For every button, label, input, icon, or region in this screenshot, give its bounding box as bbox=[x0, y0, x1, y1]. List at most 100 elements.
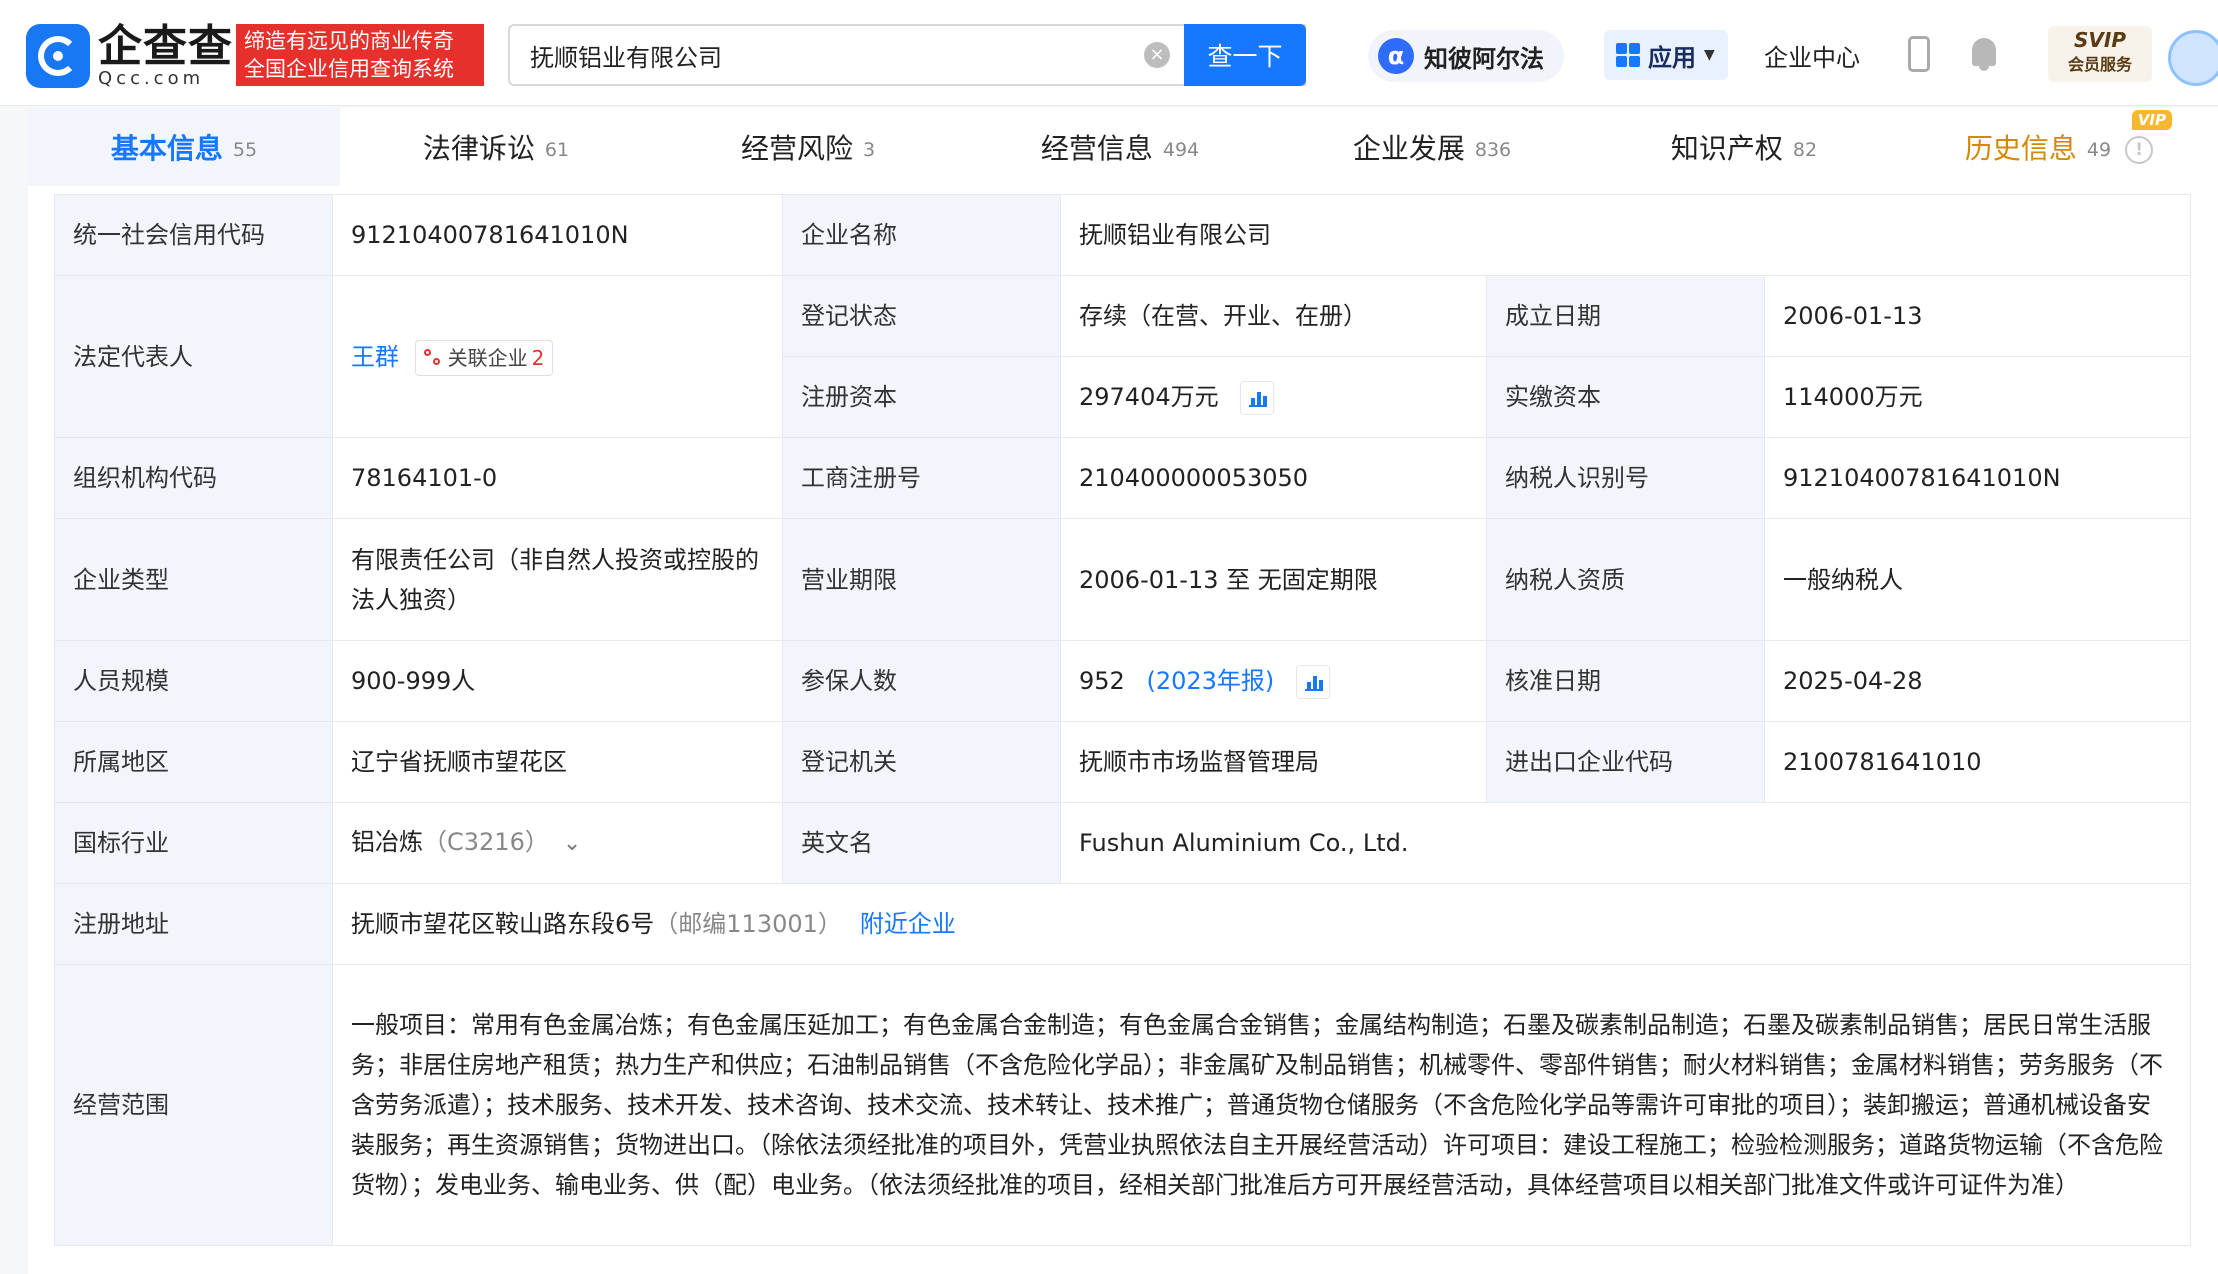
qcc-logo[interactable]: 企查查 Qcc.com bbox=[26, 24, 233, 88]
related-count: 2 bbox=[531, 345, 545, 370]
tab-basic-info[interactable]: 基本信息 55 bbox=[28, 108, 340, 186]
table-row: 所属地区 辽宁省抚顺市望花区 登记机关 抚顺市市场监督管理局 进出口企业代码 2… bbox=[54, 721, 2191, 803]
ie-code-value: 2100781641010 bbox=[1764, 721, 2191, 803]
company-type-value: 有限责任公司（非自然人投资或控股的法人独资） bbox=[332, 518, 783, 641]
search-input[interactable] bbox=[530, 26, 1210, 84]
table-row: 国标行业 铝冶炼（C3216） ⌄ 英文名 Fushun Aluminium Co… bbox=[54, 802, 2191, 884]
industry-code: （C3216） bbox=[423, 828, 549, 856]
legal-rep-cell: 王群 关联企业 2 bbox=[332, 275, 783, 438]
staff-size-value: 900-999人 bbox=[332, 640, 783, 722]
user-avatar[interactable] bbox=[2168, 30, 2218, 86]
insured-label: 参保人数 bbox=[782, 640, 1061, 722]
taxpayer-id-label: 纳税人识别号 bbox=[1486, 437, 1765, 519]
table-row: 经营范围 一般项目：常用有色金属冶炼；有色金属压延加工；有色金属合金制造；有色金… bbox=[54, 964, 2191, 1246]
table-row: 人员规模 900-999人 参保人数 952 (2023年报) 核准日期 202… bbox=[54, 640, 2191, 722]
logo-text-en: Qcc.com bbox=[98, 68, 205, 89]
paid-capital-label: 实缴资本 bbox=[1486, 356, 1765, 438]
related-company-badge[interactable]: 关联企业 2 bbox=[414, 339, 554, 376]
address-cell: 抚顺市望花区鞍山路东段6号（邮编113001） 附近企业 bbox=[332, 883, 2191, 965]
tab-label: 法律诉讼 bbox=[422, 132, 535, 165]
slogan-line-2: 全国企业信用查询系统 bbox=[244, 57, 454, 81]
org-code-label: 组织机构代码 bbox=[54, 437, 333, 519]
reg-capital-cell: 297404万元 bbox=[1060, 356, 1487, 438]
scope-value: 一般项目：常用有色金属冶炼；有色金属压延加工；有色金属合金制造；有色金属合金销售… bbox=[332, 964, 2191, 1246]
reg-status-value: 存续（在营、开业、在册） bbox=[1060, 275, 1487, 357]
tab-count: 55 bbox=[232, 139, 258, 161]
org-code-value: 78164101-0 bbox=[332, 437, 783, 519]
tab-business-info[interactable]: 经营信息 494 bbox=[964, 108, 1276, 186]
apps-menu-button[interactable]: 应用 ▼ bbox=[1604, 30, 1728, 80]
slogan-line-1: 缔造有远见的商业传奇 bbox=[244, 29, 454, 53]
alpha-icon: α bbox=[1378, 38, 1414, 74]
svip-sub-label: 会员服务 bbox=[2067, 55, 2132, 74]
industry-cell[interactable]: 铝冶炼（C3216） ⌄ bbox=[332, 802, 783, 884]
tab-count: 61 bbox=[544, 139, 570, 161]
english-name-label: 英文名 bbox=[782, 802, 1061, 884]
tab-history[interactable]: 历史信息 49 VIP ! bbox=[1900, 108, 2218, 186]
tab-count: 494 bbox=[1162, 139, 1200, 161]
ie-code-label: 进出口企业代码 bbox=[1486, 721, 1765, 803]
top-header: 企查查 Qcc.com 缔造有远见的商业传奇 全国企业信用查询系统 × 查一下 … bbox=[0, 0, 2218, 106]
search-button[interactable]: 查一下 bbox=[1184, 24, 1306, 86]
reg-authority-value: 抚顺市市场监督管理局 bbox=[1060, 721, 1487, 803]
logo-text-cn: 企查查 bbox=[98, 21, 233, 72]
taxpayer-qual-label: 纳税人资质 bbox=[1486, 518, 1765, 641]
table-row: 组织机构代码 78164101-0 工商注册号 210400000053050 … bbox=[54, 437, 2191, 519]
approval-date-label: 核准日期 bbox=[1486, 640, 1765, 722]
company-name-value[interactable]: 抚顺铝业有限公司 bbox=[1060, 194, 2191, 276]
biz-term-label: 营业期限 bbox=[782, 518, 1061, 641]
table-row: 企业类型 有限责任公司（非自然人投资或控股的法人独资） 营业期限 2006-01… bbox=[54, 518, 2191, 641]
clear-icon[interactable]: × bbox=[1144, 42, 1170, 68]
annual-report-link[interactable]: (2023年报) bbox=[1146, 667, 1274, 695]
nearby-companies-link[interactable]: 附近企业 bbox=[860, 910, 956, 938]
table-row: 法定代表人 王群 关联企业 2 登记状态 存续（在营、开业、在册） 成立日期 20… bbox=[54, 275, 2191, 438]
trend-chart-icon[interactable] bbox=[1240, 381, 1275, 415]
tab-count: 836 bbox=[1474, 139, 1512, 161]
related-label: 关联企业 bbox=[447, 345, 528, 370]
region-label: 所属地区 bbox=[54, 721, 333, 803]
insured-cell: 952 (2023年报) bbox=[1060, 640, 1487, 722]
section-tabs: 基本信息 55 法律诉讼 61 经营风险 3 经营信息 494 企业发展 836 知识产权… bbox=[28, 108, 2218, 186]
phone-icon[interactable] bbox=[1908, 36, 1930, 72]
legal-rep-link[interactable]: 王群 bbox=[351, 343, 399, 371]
caret-down-icon: ▼ bbox=[1704, 47, 1715, 63]
tab-count: 3 bbox=[862, 139, 876, 161]
basic-info-panel: 统一社会信用代码 91210400781641010N 企业名称 抚顺铝业有限公… bbox=[28, 186, 2218, 1274]
table-row: 注册地址 抚顺市望花区鞍山路东段6号（邮编113001） 附近企业 bbox=[54, 883, 2191, 965]
tab-development[interactable]: 企业发展 836 bbox=[1276, 108, 1588, 186]
basic-info-table: 统一社会信用代码 91210400781641010N 企业名称 抚顺铝业有限公… bbox=[54, 194, 2191, 1246]
tab-business-risk[interactable]: 经营风险 3 bbox=[652, 108, 964, 186]
approval-date-value: 2025-04-28 bbox=[1764, 640, 2191, 722]
taxpayer-qual-value: 一般纳税人 bbox=[1764, 518, 2191, 641]
chevron-down-icon[interactable]: ⌄ bbox=[563, 824, 581, 864]
svip-label: SVIP bbox=[2074, 28, 2126, 52]
taxpayer-id-value: 91210400781641010N bbox=[1764, 437, 2191, 519]
bell-icon[interactable] bbox=[1968, 36, 2000, 72]
qcc-logo-icon bbox=[26, 24, 90, 88]
english-name-value: Fushun Aluminium Co., Ltd. bbox=[1060, 802, 2191, 884]
address-label: 注册地址 bbox=[54, 883, 333, 965]
enterprise-center-link[interactable]: 企业中心 bbox=[1764, 38, 1860, 73]
credit-code-label: 统一社会信用代码 bbox=[54, 194, 333, 276]
tab-ip[interactable]: 知识产权 82 bbox=[1588, 108, 1900, 186]
info-icon[interactable]: ! bbox=[2125, 136, 2154, 164]
reg-capital-label: 注册资本 bbox=[782, 356, 1061, 438]
tab-litigation[interactable]: 法律诉讼 61 bbox=[340, 108, 652, 186]
tab-label: 企业发展 bbox=[1352, 132, 1465, 165]
founded-label: 成立日期 bbox=[1486, 275, 1765, 357]
trend-chart-icon[interactable] bbox=[1295, 665, 1330, 699]
tab-count: 49 bbox=[2086, 139, 2112, 161]
scope-label: 经营范围 bbox=[54, 964, 333, 1246]
company-type-label: 企业类型 bbox=[54, 518, 333, 641]
legal-rep-label: 法定代表人 bbox=[54, 275, 333, 438]
alpha-button[interactable]: α 知彼阿尔法 bbox=[1368, 30, 1564, 82]
svip-button[interactable]: SVIP 会员服务 bbox=[2048, 26, 2152, 82]
tab-label: 知识产权 bbox=[1670, 132, 1783, 165]
table-row: 统一社会信用代码 91210400781641010N 企业名称 抚顺铝业有限公… bbox=[54, 194, 2191, 276]
tab-label: 经营风险 bbox=[740, 132, 853, 165]
reg-status-label: 登记状态 bbox=[782, 275, 1061, 357]
tab-label: 基本信息 bbox=[110, 132, 223, 165]
tab-label: 经营信息 bbox=[1040, 132, 1153, 165]
slogan-banner: 缔造有远见的商业传奇 全国企业信用查询系统 bbox=[236, 24, 484, 86]
credit-code-value[interactable]: 91210400781641010N bbox=[332, 194, 783, 276]
